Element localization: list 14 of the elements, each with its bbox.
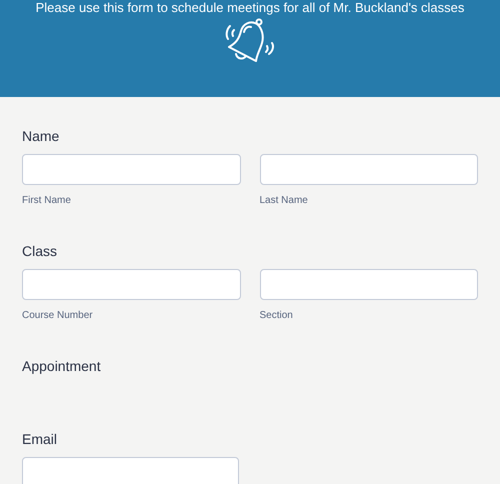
section-label: Email xyxy=(22,431,58,447)
text-input-field[interactable] xyxy=(22,457,239,484)
form-subtitle: Please use this form to schedule meetings for all of Mr. Buckland's classes xyxy=(36,0,464,15)
text-input-field[interactable] xyxy=(22,154,240,185)
text-input-field[interactable] xyxy=(260,269,478,300)
section-label: Name xyxy=(22,128,60,144)
section-label: Appointment xyxy=(22,358,102,374)
text-input-field[interactable] xyxy=(260,154,478,185)
text-input-field[interactable] xyxy=(22,269,240,300)
field-sublabel: Last Name xyxy=(260,194,309,208)
section-label: Class xyxy=(22,243,58,259)
field-sublabel: Section xyxy=(260,309,294,323)
field-sublabel: Course Number xyxy=(22,309,94,323)
field-sublabel: First Name xyxy=(22,194,72,208)
